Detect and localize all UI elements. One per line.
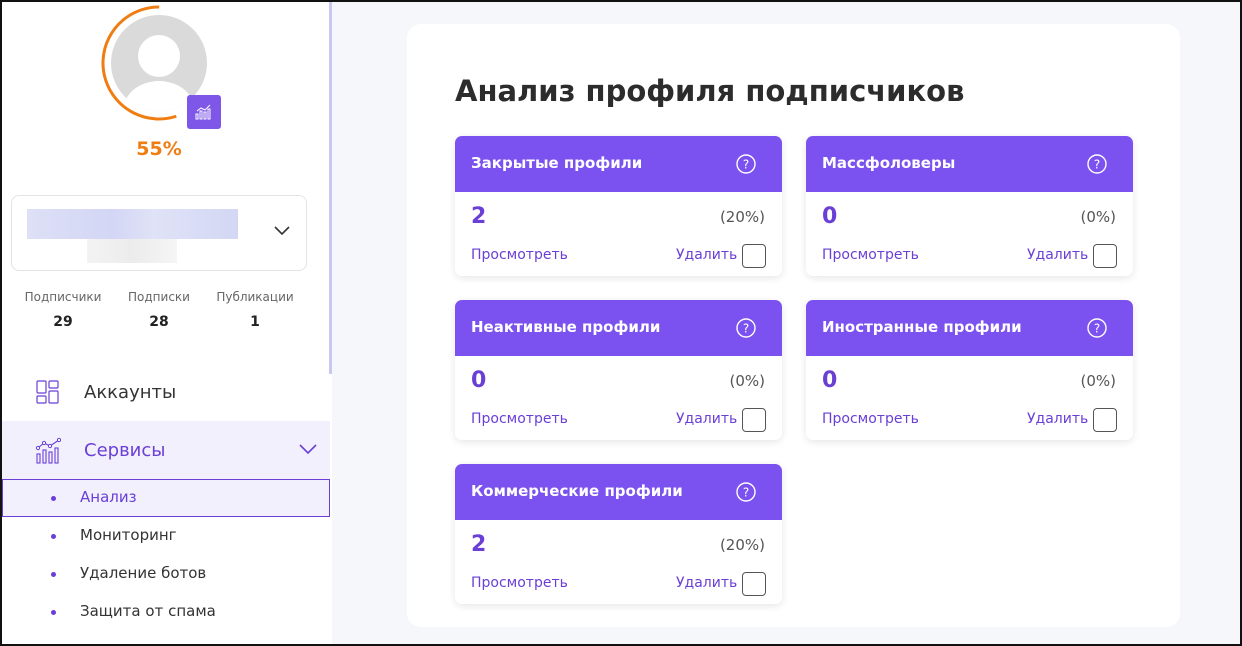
sidebar-subitem-spam-protection[interactable]: Защита от спама xyxy=(2,593,330,631)
view-link[interactable]: Просмотреть xyxy=(471,247,568,263)
blurred-account-handle xyxy=(87,239,177,263)
help-icon[interactable]: ? xyxy=(1086,317,1108,339)
stat-label: Подписки xyxy=(128,290,190,304)
bullet-icon xyxy=(51,534,56,539)
delete-checkbox[interactable] xyxy=(1093,244,1117,268)
analytics-chart-icon xyxy=(35,437,62,464)
blurred-account-name xyxy=(27,209,238,239)
delete-label[interactable]: Удалить xyxy=(676,411,737,427)
card-count: 2 xyxy=(471,532,487,557)
bullet-icon xyxy=(51,572,56,577)
avatar-body xyxy=(123,81,195,111)
dashboard-grid-icon xyxy=(36,380,59,404)
view-link[interactable]: Просмотреть xyxy=(822,247,919,263)
delete-label[interactable]: Удалить xyxy=(676,575,737,591)
sidebar-subitem-analysis[interactable]: Анализ xyxy=(2,479,330,517)
bar-chart-icon xyxy=(195,104,211,120)
sidebar: 55% Подписчики 29 Подписки 28 Публикации… xyxy=(2,2,332,644)
stat-label: Публикации xyxy=(216,290,294,304)
card-commercial-profiles: Коммерческие профили ? 2 (20%) Просмотре… xyxy=(455,464,782,604)
card-closed-profiles: Закрытые профили ? 2 (20%) Просмотреть У… xyxy=(455,136,782,276)
help-icon[interactable]: ? xyxy=(1086,153,1108,175)
app-window: 55% Подписчики 29 Подписки 28 Публикации… xyxy=(0,0,1242,646)
sidebar-subitem-monitoring[interactable]: Мониторинг xyxy=(2,517,330,555)
delete-label[interactable]: Удалить xyxy=(1027,411,1088,427)
help-icon[interactable]: ? xyxy=(735,317,757,339)
card-header: Закрытые профили ? xyxy=(455,136,782,192)
card-foreign-profiles: Иностранные профили ? 0 (0%) Просмотреть… xyxy=(806,300,1133,440)
card-header: Неактивные профили ? xyxy=(455,300,782,356)
stat-label: Подписчики xyxy=(24,290,102,304)
card-massfollowers: Массфоловеры ? 0 (0%) Просмотреть Удалит… xyxy=(806,136,1133,276)
bullet-icon xyxy=(51,610,56,615)
view-link[interactable]: Просмотреть xyxy=(822,411,919,427)
stat-posts: Публикации 1 xyxy=(205,290,305,330)
stat-value: 1 xyxy=(250,314,260,330)
card-title: Неактивные профили xyxy=(471,318,661,336)
card-percent: (20%) xyxy=(719,208,765,226)
card-title: Коммерческие профили xyxy=(471,482,683,500)
analysis-panel: Анализ профиля подписчиков Закрытые проф… xyxy=(407,24,1180,627)
card-percent: (0%) xyxy=(1080,208,1116,226)
bullet-icon xyxy=(51,496,56,501)
card-count: 2 xyxy=(471,204,487,229)
profile-stats: Подписчики 29 Подписки 28 Публикации 1 xyxy=(2,290,316,336)
delete-checkbox[interactable] xyxy=(742,408,766,432)
card-header: Иностранные профили ? xyxy=(806,300,1133,356)
delete-label[interactable]: Удалить xyxy=(1027,247,1088,263)
sidebar-item-accounts[interactable]: Аккаунты xyxy=(2,363,330,421)
help-icon[interactable]: ? xyxy=(735,153,757,175)
card-count: 0 xyxy=(471,368,487,393)
account-selector[interactable] xyxy=(11,195,307,271)
stat-followers: Подписчики 29 xyxy=(13,290,113,330)
page-title: Анализ профиля подписчиков xyxy=(455,74,965,108)
card-header: Массфоловеры ? xyxy=(806,136,1133,192)
chevron-down-icon xyxy=(274,226,290,236)
sidebar-subitem-label: Защита от спама xyxy=(80,602,216,620)
svg-text:?: ? xyxy=(743,158,749,172)
delete-label[interactable]: Удалить xyxy=(676,247,737,263)
help-icon[interactable]: ? xyxy=(735,481,757,503)
sidebar-item-services[interactable]: Сервисы xyxy=(2,421,330,479)
view-link[interactable]: Просмотреть xyxy=(471,575,568,591)
card-percent: (0%) xyxy=(729,372,765,390)
delete-checkbox[interactable] xyxy=(1093,408,1117,432)
card-header: Коммерческие профили ? xyxy=(455,464,782,520)
card-inactive-profiles: Неактивные профили ? 0 (0%) Просмотреть … xyxy=(455,300,782,440)
stat-value: 28 xyxy=(149,314,169,330)
view-link[interactable]: Просмотреть xyxy=(471,411,568,427)
svg-text:?: ? xyxy=(1094,322,1100,336)
card-title: Иностранные профили xyxy=(822,318,1022,336)
sidebar-item-label: Сервисы xyxy=(84,439,166,461)
svg-text:?: ? xyxy=(743,486,749,500)
svg-text:?: ? xyxy=(743,322,749,336)
sidebar-scrollbar[interactable] xyxy=(329,2,332,374)
delete-checkbox[interactable] xyxy=(742,244,766,268)
avatar-head xyxy=(138,35,180,77)
stat-following: Подписки 28 xyxy=(109,290,209,330)
card-percent: (20%) xyxy=(719,536,765,554)
card-count: 0 xyxy=(822,368,838,393)
sidebar-subitem-label: Удаление ботов xyxy=(80,564,207,582)
card-title: Закрытые профили xyxy=(471,154,643,172)
stat-value: 29 xyxy=(53,314,73,330)
card-title: Массфоловеры xyxy=(822,154,956,172)
sidebar-subitem-label: Анализ xyxy=(80,488,137,506)
stats-badge-button[interactable] xyxy=(187,95,221,129)
svg-text:?: ? xyxy=(1094,158,1100,172)
card-percent: (0%) xyxy=(1080,372,1116,390)
sidebar-item-label: Аккаунты xyxy=(84,381,177,403)
card-count: 0 xyxy=(822,204,838,229)
chevron-down-icon[interactable] xyxy=(298,443,318,455)
sidebar-subitem-label: Мониторинг xyxy=(80,526,177,544)
profile-progress-label: 55% xyxy=(136,138,182,160)
delete-checkbox[interactable] xyxy=(742,572,766,596)
sidebar-subitem-bot-removal[interactable]: Удаление ботов xyxy=(2,555,330,593)
